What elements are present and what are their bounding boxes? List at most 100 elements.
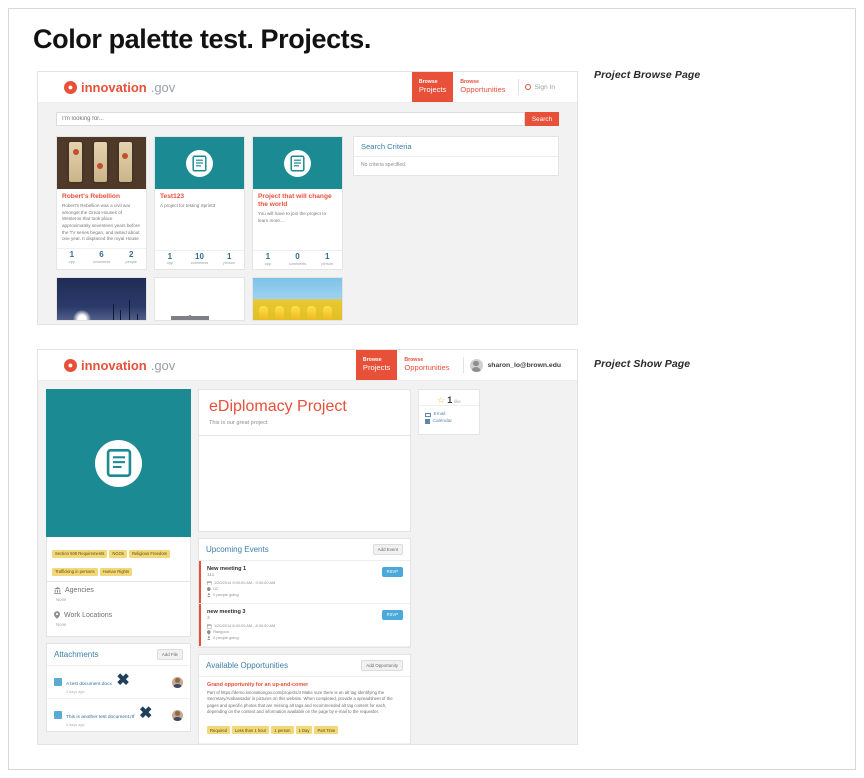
project-cards-grid: Robert's Rebellion Robert's Rebellion wa… — [56, 136, 343, 322]
show-topnav: ● innovation .gov Browse Projects Browse … — [38, 350, 577, 381]
show-nav-right: Browse Projects Browse Opportunities sha… — [355, 350, 577, 380]
opportunity-title: Grand opportunity for an up-and-comer — [207, 681, 309, 688]
stat-number: 2 — [128, 249, 134, 259]
brand-name-secondary: .gov — [150, 357, 176, 373]
calendar-link[interactable]: Calendar — [425, 419, 473, 424]
attachments-header: Attachments Add File — [47, 644, 190, 666]
brand-logo[interactable]: ● innovation .gov — [38, 72, 175, 102]
document-icon — [284, 149, 311, 177]
nav-browse-opportunities[interactable]: Browse Opportunities — [397, 350, 456, 380]
browse-content: Search — [38, 103, 577, 324]
project-tag[interactable]: Trafficking in persons — [52, 567, 98, 576]
rsvp-button[interactable]: RSVP — [381, 609, 403, 620]
event-row[interactable]: RSVP New meeting 1 111 1/20/2014 9:00:00… — [199, 560, 410, 604]
project-card-stat: 1 person — [312, 253, 342, 267]
calendar-icon — [207, 624, 212, 629]
project-show-screenshot: ● innovation .gov Browse Projects Browse … — [37, 349, 578, 745]
project-tag[interactable]: Human Rights — [99, 567, 133, 576]
rsvp-button[interactable]: RSVP — [381, 566, 403, 577]
opportunity-tag[interactable]: Part Time — [314, 726, 339, 735]
nav-browse-opportunities[interactable]: Browse Opportunities — [453, 72, 512, 102]
project-card[interactable]: Robert's Rebellion Robert's Rebellion wa… — [56, 136, 147, 271]
event-people-row: 0 people going — [207, 635, 403, 641]
like-panel: ☆ 1 like Email Calendar — [418, 389, 480, 435]
brand-logo[interactable]: ● innovation .gov — [38, 350, 175, 380]
email-link[interactable]: Email — [425, 412, 473, 417]
remove-attachment-icon[interactable]: ✖ — [139, 705, 152, 722]
work-locations-title: Work Locations — [64, 611, 113, 619]
search-input[interactable] — [56, 112, 525, 126]
events-header: Upcoming Events Add Event — [199, 539, 410, 561]
search-criteria-empty: No criteria specified. — [361, 162, 407, 168]
browse-nav-right: Browse Projects Browse Opportunities Sig… — [411, 72, 577, 102]
project-card-thumbnail — [253, 278, 342, 321]
remove-attachment-icon[interactable]: ✖ — [116, 672, 129, 689]
attachment-row[interactable]: This is another test document.rtf ✖ 3 da… — [47, 699, 190, 731]
nav-browse-projects-line2: Projects — [418, 84, 447, 94]
project-tag[interactable]: Section 508 Requirements — [52, 549, 108, 558]
opportunity-tag[interactable]: Less than 1 hour — [232, 726, 270, 735]
project-title: eDiplomacy Project — [209, 398, 347, 415]
attachment-timestamp: 3 days ago — [66, 723, 85, 727]
project-card[interactable]: 3D PRINT — [154, 277, 245, 322]
sign-in-label: Sign In — [534, 83, 555, 91]
next-opportunity-link[interactable]: Address Section 508 requirements for pho… — [199, 742, 410, 744]
attachment-row[interactable]: A test document.docx ✖ 3 days ago — [47, 666, 190, 699]
page-title: Color palette test. Projects. — [33, 24, 371, 54]
event-people: 0 people going — [213, 592, 239, 598]
stat-number: 6 — [99, 249, 104, 259]
browse-columns: Robert's Rebellion Robert's Rebellion wa… — [56, 136, 559, 322]
project-card[interactable]: Test123 A project for testing Sprint3 1 … — [154, 136, 245, 271]
show-columns: Section 508 Requirements NGOs Religious Fr… — [46, 389, 569, 744]
upcoming-events-panel: Upcoming Events Add Event RSVP New meeti… — [198, 537, 411, 648]
file-icon — [54, 678, 62, 686]
project-header: eDiplomacy Project This is our great pro… — [198, 389, 411, 436]
add-file-button[interactable]: Add File — [156, 649, 183, 660]
project-cards-column: Robert's Rebellion Robert's Rebellion wa… — [56, 136, 343, 322]
nav-browse-projects[interactable]: Browse Projects — [355, 350, 398, 380]
attachment-name[interactable]: A test document.docx — [66, 682, 112, 687]
like-row[interactable]: ☆ 1 like — [419, 395, 479, 405]
stat-label: people — [125, 259, 137, 264]
star-icon[interactable]: ☆ — [437, 396, 445, 405]
event-title: new meeting 3 — [207, 608, 246, 615]
sign-in-button[interactable]: Sign In — [525, 72, 577, 102]
search-button[interactable]: Search — [525, 112, 559, 126]
project-card-stat: 1 opp — [155, 251, 185, 266]
project-card[interactable] — [56, 277, 147, 322]
project-card[interactable]: Project that will change the world You w… — [252, 136, 343, 271]
like-count: 1 — [447, 395, 453, 405]
event-row[interactable]: RSVP new meeting 3 3 1/20/2014 8:00:00 A… — [199, 603, 410, 647]
nav-browse-opportunities-line2: Opportunities — [460, 84, 506, 94]
middle-column: eDiplomacy Project This is our great pro… — [198, 389, 411, 744]
attachment-name[interactable]: This is another test document.rtf — [66, 715, 135, 720]
project-card[interactable] — [252, 277, 343, 322]
nav-browse-projects[interactable]: Browse Projects — [411, 72, 454, 102]
calendar-label: Calendar — [432, 419, 452, 424]
stat-number: 1 — [167, 251, 173, 261]
project-tag[interactable]: NGOs — [109, 549, 127, 558]
event-title: New meeting 1 — [207, 565, 247, 572]
pin-icon — [207, 629, 211, 635]
opportunity-tag[interactable]: Required — [207, 726, 230, 735]
opportunities-title: Available Opportunities — [206, 660, 289, 670]
search-criteria-title: Search Criteria — [354, 137, 558, 157]
project-card-title: Project that will change the world — [258, 193, 332, 209]
opportunity-tag[interactable]: 1 Day — [295, 726, 313, 735]
project-tag[interactable]: Religious Freedom — [129, 549, 171, 558]
add-event-button[interactable]: Add Event — [372, 543, 403, 555]
project-card-stats: 1 opp 6 comments 2 people — [57, 247, 146, 267]
opportunity-tag[interactable]: 1 person — [271, 726, 294, 735]
user-menu[interactable]: sharon_lo@brown.edu — [469, 350, 577, 380]
work-locations-section: Work Locations None — [47, 606, 190, 636]
browse-topnav: ● innovation .gov Browse Projects Browse … — [38, 72, 577, 103]
attachment-info: This is another test document.rtf ✖ 3 da… — [66, 703, 168, 727]
right-column: ☆ 1 like Email Calendar — [418, 389, 480, 435]
project-card-stat: 1 person — [214, 252, 244, 266]
document-icon — [186, 149, 213, 177]
work-locations-heading: Work Locations — [54, 611, 183, 619]
brand-name-secondary: .gov — [150, 79, 176, 95]
opportunity-row[interactable]: Grand opportunity for an up-and-comer Pa… — [199, 677, 410, 743]
scrolls-image — [57, 137, 146, 189]
add-opportunity-button[interactable]: Add Opportunity — [361, 659, 403, 671]
